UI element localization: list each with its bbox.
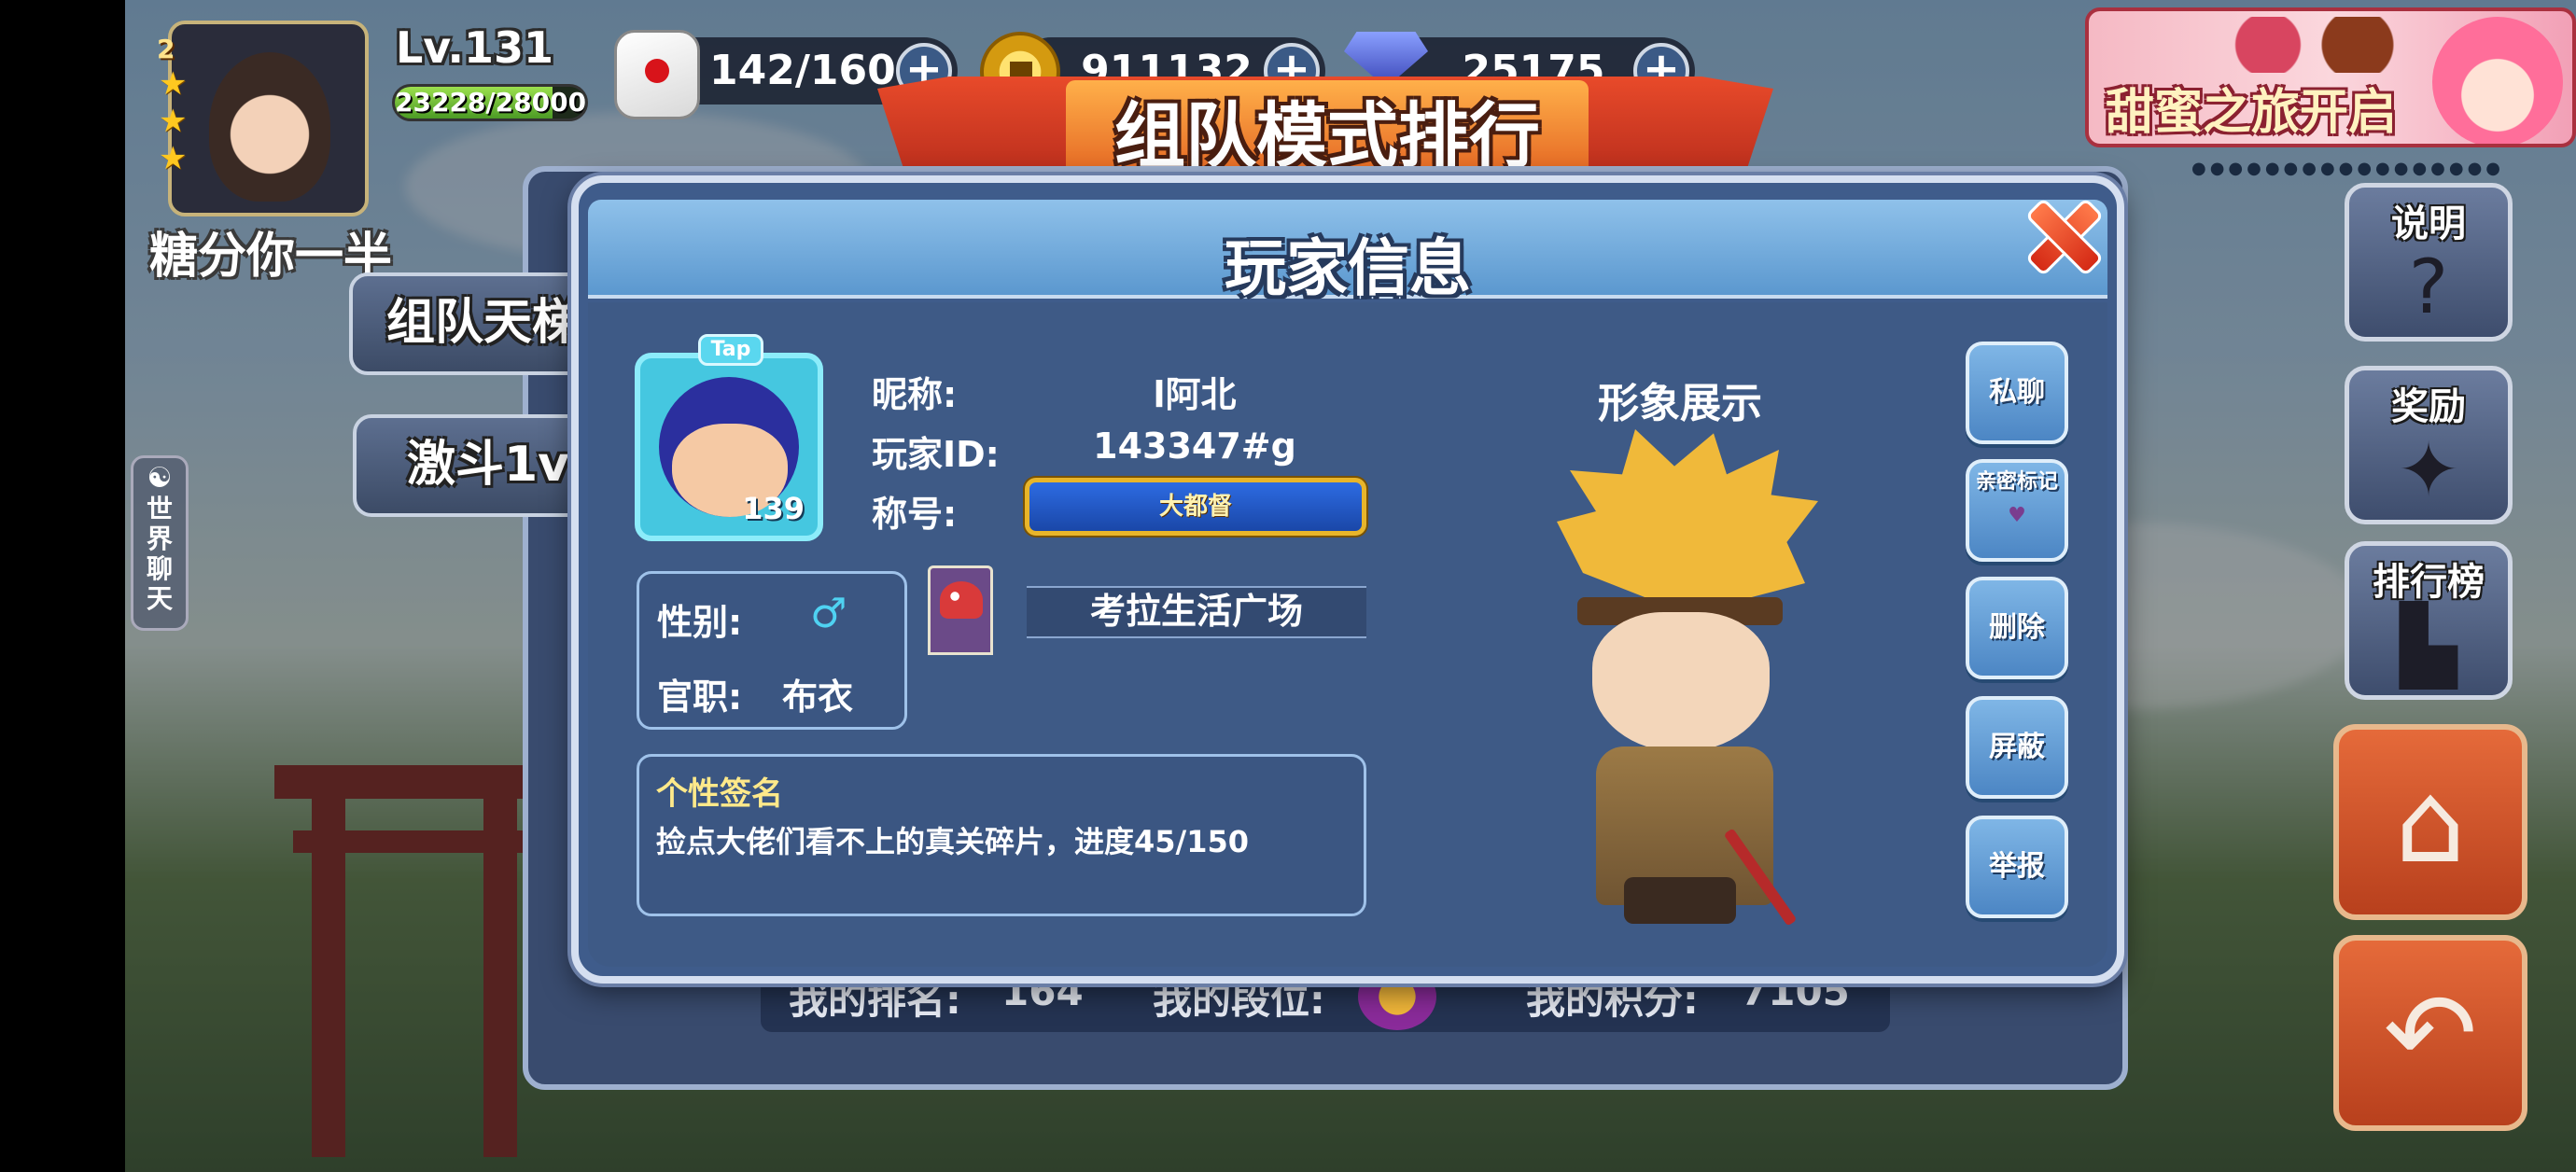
dialog-header: 玩家信息 (588, 200, 2107, 304)
report-button[interactable]: 举报 (1966, 816, 2068, 918)
close-icon[interactable] (2023, 196, 2098, 271)
leaderboard-label: 排行榜 (2373, 561, 2485, 604)
leaderboard-button[interactable]: 排行榜 ▙ (2345, 541, 2513, 700)
office-label: 官职: (657, 677, 743, 718)
dialog-title: 玩家信息 (1225, 232, 1471, 304)
block-button[interactable]: 屏蔽 (1966, 696, 2068, 799)
target-player-avatar[interactable]: 139 (635, 353, 823, 541)
event-title: 甜蜜之旅开启 (2106, 85, 2398, 141)
back-button[interactable]: ↶ (2333, 935, 2527, 1131)
title-badge: 大都督 (1025, 478, 1366, 536)
private-chat-button[interactable]: 私聊 (1966, 342, 2068, 444)
intimacy-mark-button[interactable]: 亲密标记 ♥ (1966, 459, 2068, 562)
reward-button[interactable]: 奖励 ✦ (2345, 366, 2513, 524)
character-model (1531, 429, 1839, 933)
chat-icon: ☯ (147, 462, 173, 495)
question-icon: ? (2408, 244, 2449, 330)
block-label: 屏蔽 (1989, 731, 2045, 763)
delete-button[interactable]: 删除 (1966, 577, 2068, 679)
player-id-label: 玩家ID: (872, 434, 1000, 475)
guild-name[interactable]: 考拉生活广场 (1027, 586, 1366, 638)
intimacy-mark-label: 亲密标记 (1975, 470, 2058, 494)
player-avatar[interactable] (168, 21, 369, 216)
help-button[interactable]: 说明 ? (2345, 183, 2513, 342)
nickname-label: 昵称: (872, 374, 958, 415)
dessert-icon (2201, 17, 2425, 73)
stamina-value: 142/160 (709, 47, 896, 94)
office-value: 布衣 (782, 677, 854, 718)
exp-text: 23228/28000 (395, 87, 587, 118)
report-label: 举报 (1989, 850, 2045, 883)
event-page-dots: ●●●●●●●●●●●●●●●●● (2191, 159, 2505, 178)
signature-title: 个性签名 (656, 775, 783, 813)
star-rating-icon: ★ ★ ★ (159, 65, 188, 177)
tap-tag: Tap (698, 334, 763, 366)
heart-icon: ♥ (2008, 504, 2026, 527)
guild-flag-icon (928, 565, 993, 655)
help-label: 说明 (2391, 202, 2466, 245)
player-id-value: 143347#g (1093, 426, 1296, 467)
title-label: 称号: (872, 494, 958, 535)
signature-text: 捡点大佬们看不上的真关碎片，进度45/150 (656, 824, 1250, 859)
showcase-title: 形象展示 (1598, 380, 1762, 427)
podium-icon: ▙ (2400, 602, 2457, 689)
world-chat-button[interactable]: ☯ 世 界 聊 天 (131, 455, 189, 631)
exp-bar: 23228/28000 (392, 84, 588, 121)
world-chat-label: 世 界 聊 天 (146, 494, 173, 614)
reward-label: 奖励 (2391, 385, 2466, 428)
title-badge-text: 大都督 (1158, 493, 1232, 521)
gender-label: 性别: (657, 602, 743, 643)
back-arrow-icon: ↶ (2383, 970, 2478, 1099)
home-button[interactable]: ⌂ (2333, 724, 2527, 920)
player-level: Lv.131 (396, 22, 554, 73)
delete-label: 删除 (1989, 611, 2045, 644)
event-banner[interactable]: 甜蜜之旅开启 (2085, 7, 2576, 147)
nickname-value: l阿北 (1153, 374, 1237, 415)
home-icon: ⌂ (2394, 759, 2467, 888)
dice-icon (614, 30, 700, 119)
private-chat-label: 私聊 (1989, 376, 2045, 409)
signature-box: 个性签名 捡点大佬们看不上的真关碎片，进度45/150 (637, 754, 1366, 916)
male-icon: ♂ (810, 590, 847, 637)
event-character-icon (2432, 17, 2563, 144)
treasure-chest-icon: ✦ (2397, 426, 2460, 513)
vip-rank: 2 (157, 34, 175, 64)
target-player-level: 139 (742, 491, 805, 526)
